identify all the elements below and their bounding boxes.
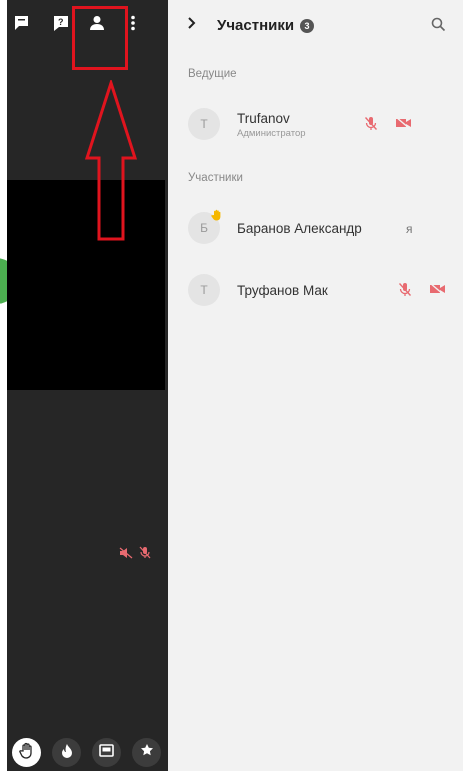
help-icon[interactable]: ? [50, 12, 72, 34]
participant-name: Trufanov [237, 111, 290, 126]
speaker-muted-icon [119, 546, 133, 564]
mic-muted-icon [139, 546, 151, 564]
participant-count-badge: 3 [300, 19, 314, 33]
search-icon[interactable] [431, 17, 446, 37]
participant-name: Труфанов Мак [237, 283, 328, 298]
participant-row[interactable]: Б Баранов Александр я [168, 208, 463, 248]
raise-hand-icon [18, 742, 35, 764]
star-icon [140, 743, 154, 762]
participant-row[interactable]: T Труфанов Мак [168, 270, 463, 310]
svg-text:?: ? [58, 17, 64, 27]
panel-title: Участники [217, 17, 295, 34]
highlight-box [72, 6, 128, 70]
picture-in-picture-icon [99, 743, 114, 762]
mic-muted-icon [364, 116, 378, 136]
avatar: T [188, 108, 220, 140]
raise-hand-button[interactable] [12, 738, 41, 767]
reactions-button[interactable] [52, 738, 81, 767]
avatar: T [188, 274, 220, 306]
participant-name: Баранов Александр [237, 221, 362, 236]
panel-header: Участники 3 [168, 0, 463, 52]
section-hosts: Ведущие [188, 68, 237, 80]
me-label: я [406, 222, 413, 236]
flame-icon [61, 743, 73, 763]
participant-row[interactable]: T Trufanov Администратор [168, 104, 463, 144]
chat-icon[interactable] [12, 12, 34, 34]
video-tile-status [119, 546, 151, 564]
collapse-panel-button[interactable] [187, 16, 197, 35]
bottom-toolbar [12, 738, 161, 767]
section-participants: Участники [188, 172, 243, 184]
camera-off-icon [395, 116, 412, 135]
picture-in-picture-button[interactable] [92, 738, 121, 767]
favorites-button[interactable] [132, 738, 161, 767]
highlight-arrow [83, 78, 139, 247]
raised-hand-icon [211, 208, 222, 226]
camera-off-icon [429, 282, 446, 301]
mic-muted-icon [398, 282, 412, 302]
participants-panel: Участники 3 Ведущие T Trufanov Администр… [168, 0, 463, 771]
participant-role: Администратор [237, 128, 306, 139]
